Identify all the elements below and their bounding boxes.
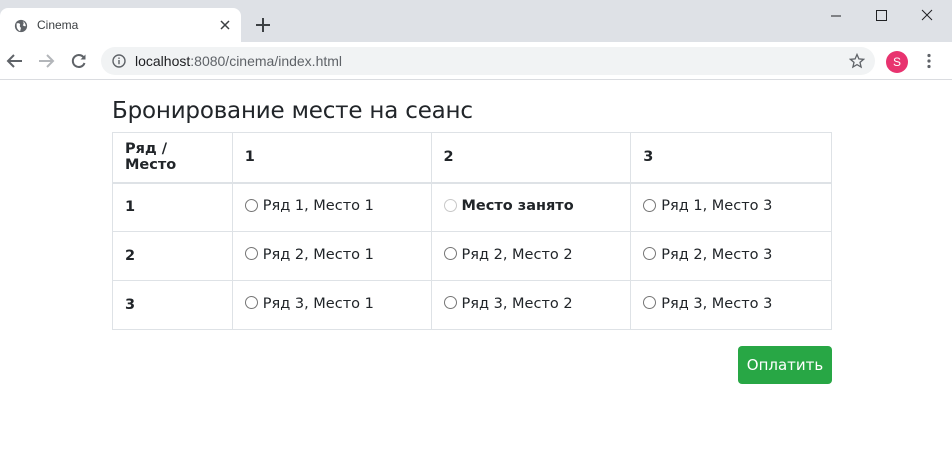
tab-title: Cinema	[37, 18, 79, 32]
seat-option[interactable]: Ряд 1, Место 3	[643, 198, 772, 214]
seat-label: Ряд 3, Место 3	[661, 295, 773, 312]
avatar[interactable]: S	[886, 51, 908, 73]
seat-cell: Ряд 1, Место 3	[630, 182, 832, 232]
seat-radio[interactable]	[443, 296, 457, 310]
seat-radio[interactable]	[244, 247, 258, 261]
seat-label: Ряд 3, Место 2	[461, 295, 573, 312]
header-seat-3: 3	[630, 132, 832, 184]
seat-option[interactable]: Ряд 1, Место 1	[244, 198, 374, 214]
maximize-icon[interactable]	[858, 4, 904, 28]
seat-cell: Ряд 2, Место 3	[630, 231, 832, 281]
reload-icon[interactable]	[70, 52, 88, 70]
forward-arrow-icon[interactable]	[37, 52, 55, 70]
seat-radio[interactable]	[443, 247, 457, 261]
seat-radio[interactable]	[244, 296, 258, 310]
table-row: 2 Ряд 2, Место 1 Ряд 2, Место 2 Ряд 2, М…	[112, 231, 832, 281]
seat-label: Ряд 2, Место 2	[461, 246, 573, 263]
row-number: 3	[112, 280, 233, 330]
seat-cell: Ряд 3, Место 3	[630, 280, 832, 330]
table-header-row: Ряд / Место 1 2 3	[112, 132, 832, 184]
seat-option[interactable]: Ряд 2, Место 2	[443, 246, 573, 263]
url-path: :8080/cinema/index.html	[190, 53, 343, 69]
seat-radio[interactable]	[244, 198, 258, 212]
address-bar[interactable]: localhost:8080/cinema/index.html	[101, 47, 875, 75]
plus-icon[interactable]	[252, 14, 274, 36]
back-arrow-icon[interactable]	[6, 52, 24, 70]
window-close-icon[interactable]	[904, 4, 950, 28]
seat-cell: Ряд 3, Место 2	[430, 280, 632, 330]
page-content: Бронирование месте на сеанс Ряд / Место …	[0, 81, 952, 459]
seat-radio-disabled	[443, 198, 457, 212]
seat-option[interactable]: Ряд 3, Место 3	[643, 296, 772, 312]
seat-cell: Ряд 1, Место 1	[231, 182, 432, 232]
header-row-seat: Ряд / Место	[112, 132, 233, 184]
browser-tab[interactable]: Cinema	[0, 8, 241, 42]
header-seat-1: 1	[231, 132, 432, 184]
minimize-icon[interactable]	[813, 4, 859, 28]
pay-button[interactable]: Оплатить	[738, 346, 832, 384]
seat-label: Ряд 1, Место 3	[661, 198, 773, 214]
globe-icon	[14, 19, 28, 33]
tab-strip: Cinema	[0, 0, 952, 42]
header-seat-2: 2	[430, 132, 632, 184]
seat-cell: Ряд 3, Место 1	[231, 280, 432, 330]
star-icon[interactable]	[849, 53, 865, 69]
page-title: Бронирование месте на сеанс	[112, 98, 473, 124]
close-icon[interactable]	[217, 17, 233, 33]
seat-cell: Место занято	[430, 182, 632, 232]
table-row: 1 Ряд 1, Место 1 Место занято Ряд 1, Мес…	[112, 182, 832, 232]
row-number: 1	[112, 182, 233, 232]
seat-cell: Ряд 2, Место 1	[231, 231, 432, 281]
seat-label: Ряд 2, Место 3	[661, 246, 773, 263]
seat-radio[interactable]	[643, 247, 657, 261]
seat-occupied-label: Место занято	[461, 198, 574, 214]
seat-label: Ряд 2, Место 1	[262, 246, 374, 263]
seat-option[interactable]: Ряд 2, Место 3	[643, 247, 772, 263]
seat-option[interactable]: Ряд 3, Место 2	[443, 295, 573, 312]
info-icon[interactable]	[112, 54, 126, 68]
url-text: localhost:8080/cinema/index.html	[135, 53, 342, 69]
seat-option[interactable]: Ряд 2, Место 1	[244, 246, 374, 263]
seat-label: Ряд 3, Место 1	[262, 295, 374, 312]
url-host: localhost	[135, 53, 191, 69]
seat-label: Ряд 1, Место 1	[262, 198, 374, 214]
row-number: 2	[112, 231, 233, 281]
seat-table: Ряд / Место 1 2 3 1 Ряд 1, Место 1 Место…	[112, 132, 832, 330]
seat-option[interactable]: Ряд 3, Место 1	[244, 295, 374, 312]
browser-toolbar: localhost:8080/cinema/index.html S	[0, 42, 952, 80]
seat-radio[interactable]	[643, 198, 657, 212]
seat-option-occupied: Место занято	[443, 198, 574, 214]
seat-cell: Ряд 2, Место 2	[430, 231, 632, 281]
kebab-menu-icon[interactable]	[923, 53, 935, 69]
table-row: 3 Ряд 3, Место 1 Ряд 3, Место 2 Ряд 3, М…	[112, 280, 832, 330]
seat-radio[interactable]	[643, 296, 657, 310]
